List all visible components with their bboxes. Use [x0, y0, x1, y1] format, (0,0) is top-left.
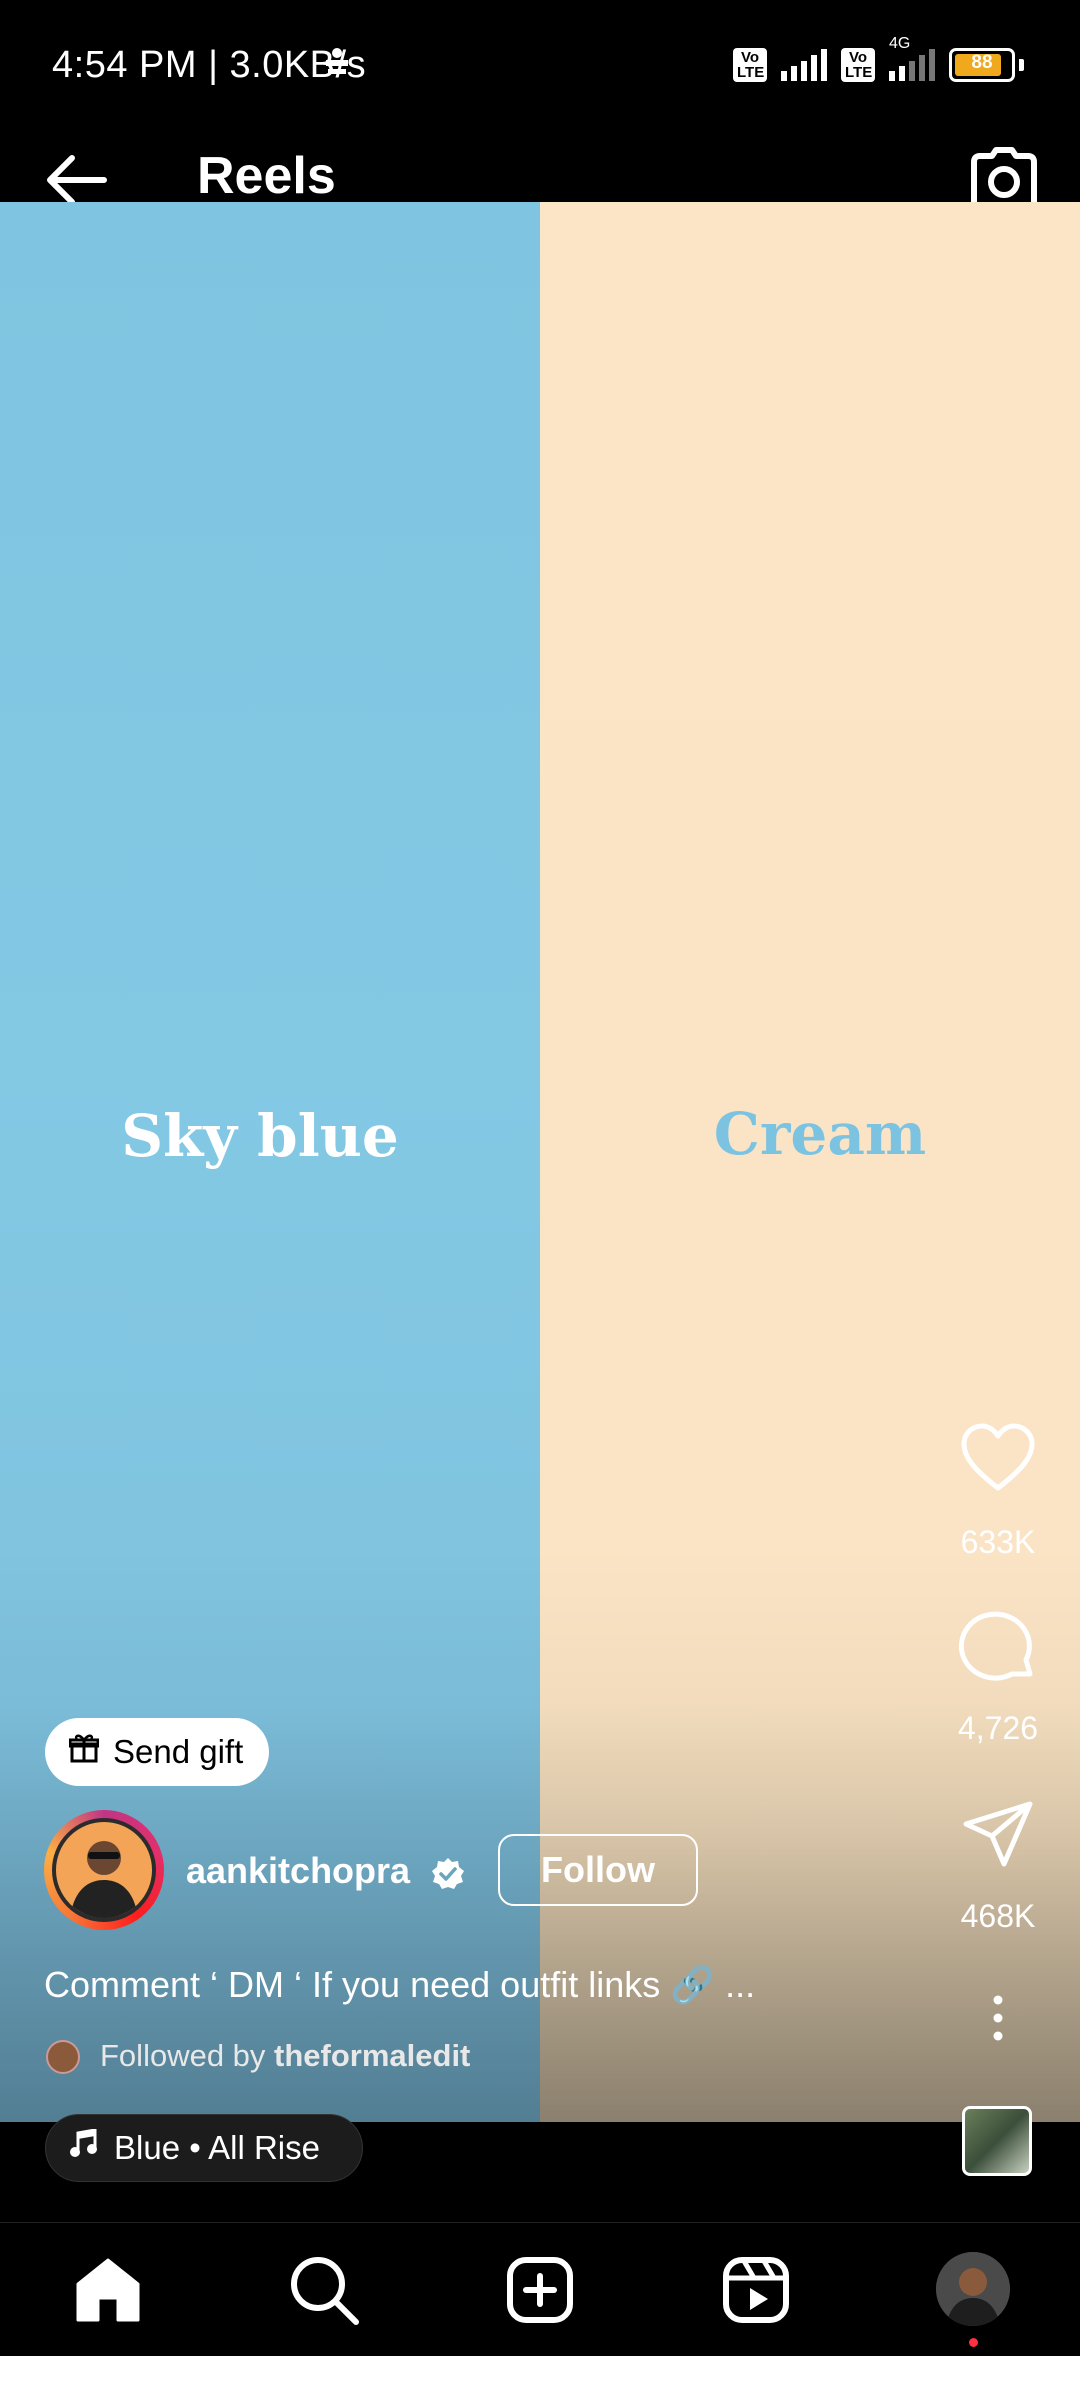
share-send-icon[interactable] [958, 1794, 1038, 1874]
signal-icon-2: 4G [889, 35, 935, 81]
network-type: 4G [889, 35, 911, 52]
status-indicators: Vo LTE Vo LTE 4G 88 [733, 35, 1024, 82]
followed-by-prefix: Followed by [100, 2038, 275, 2073]
gift-icon [68, 1733, 100, 1771]
music-note-icon [70, 2128, 98, 2167]
search-icon[interactable] [286, 2252, 362, 2328]
creator-username[interactable]: aankitchopra [186, 1850, 410, 1892]
music-title: Blue • All Rise [114, 2129, 320, 2166]
send-gift-label: Send gift [113, 1733, 244, 1770]
volte-icon-2: Vo LTE [841, 48, 875, 82]
sky-blue-label: Sky blue [121, 1102, 399, 1170]
battery-icon: 88 [949, 48, 1015, 82]
battery-tip [1019, 59, 1024, 71]
send-gift-button[interactable]: Send gift [45, 1718, 269, 1786]
more-options-icon[interactable] [988, 1994, 1008, 2042]
home-icon[interactable] [70, 2252, 146, 2328]
reel-caption[interactable]: Comment ‘ DM ‘ If you need outfit links … [44, 1964, 755, 2006]
follower-avatar [46, 2040, 80, 2074]
cream-label: Cream [713, 1100, 927, 1168]
system-home-bar [0, 2356, 1080, 2400]
notification-dot [969, 2338, 978, 2347]
news-app-icon [322, 46, 352, 78]
signal-icon-1 [781, 49, 827, 81]
verified-badge-icon [430, 1856, 466, 1892]
battery-level: 88 [971, 52, 993, 73]
page-title: Reels [197, 147, 336, 205]
reels-icon[interactable] [718, 2252, 794, 2328]
follow-button[interactable]: Follow [498, 1834, 698, 1906]
music-pill[interactable]: Blue • All Rise [45, 2114, 363, 2182]
volte-icon: Vo LTE [733, 48, 767, 82]
likes-count: 633K [960, 1524, 1036, 1560]
comments-count: 4,726 [957, 1710, 1039, 1746]
audio-thumbnail[interactable] [962, 2106, 1032, 2176]
profile-avatar[interactable] [936, 2252, 1010, 2326]
shares-count: 468K [960, 1898, 1036, 1934]
like-heart-icon[interactable] [958, 1418, 1038, 1498]
followed-by[interactable]: Followed by theformaledit [100, 2038, 470, 2074]
comment-icon[interactable] [958, 1608, 1038, 1688]
status-time: 4:54 PM | 3.0KB/s [52, 44, 367, 86]
creator-avatar[interactable] [52, 1818, 156, 1922]
followed-by-user: theformaledit [274, 2038, 471, 2073]
back-arrow-icon[interactable] [42, 150, 110, 210]
create-icon[interactable] [502, 2252, 578, 2328]
